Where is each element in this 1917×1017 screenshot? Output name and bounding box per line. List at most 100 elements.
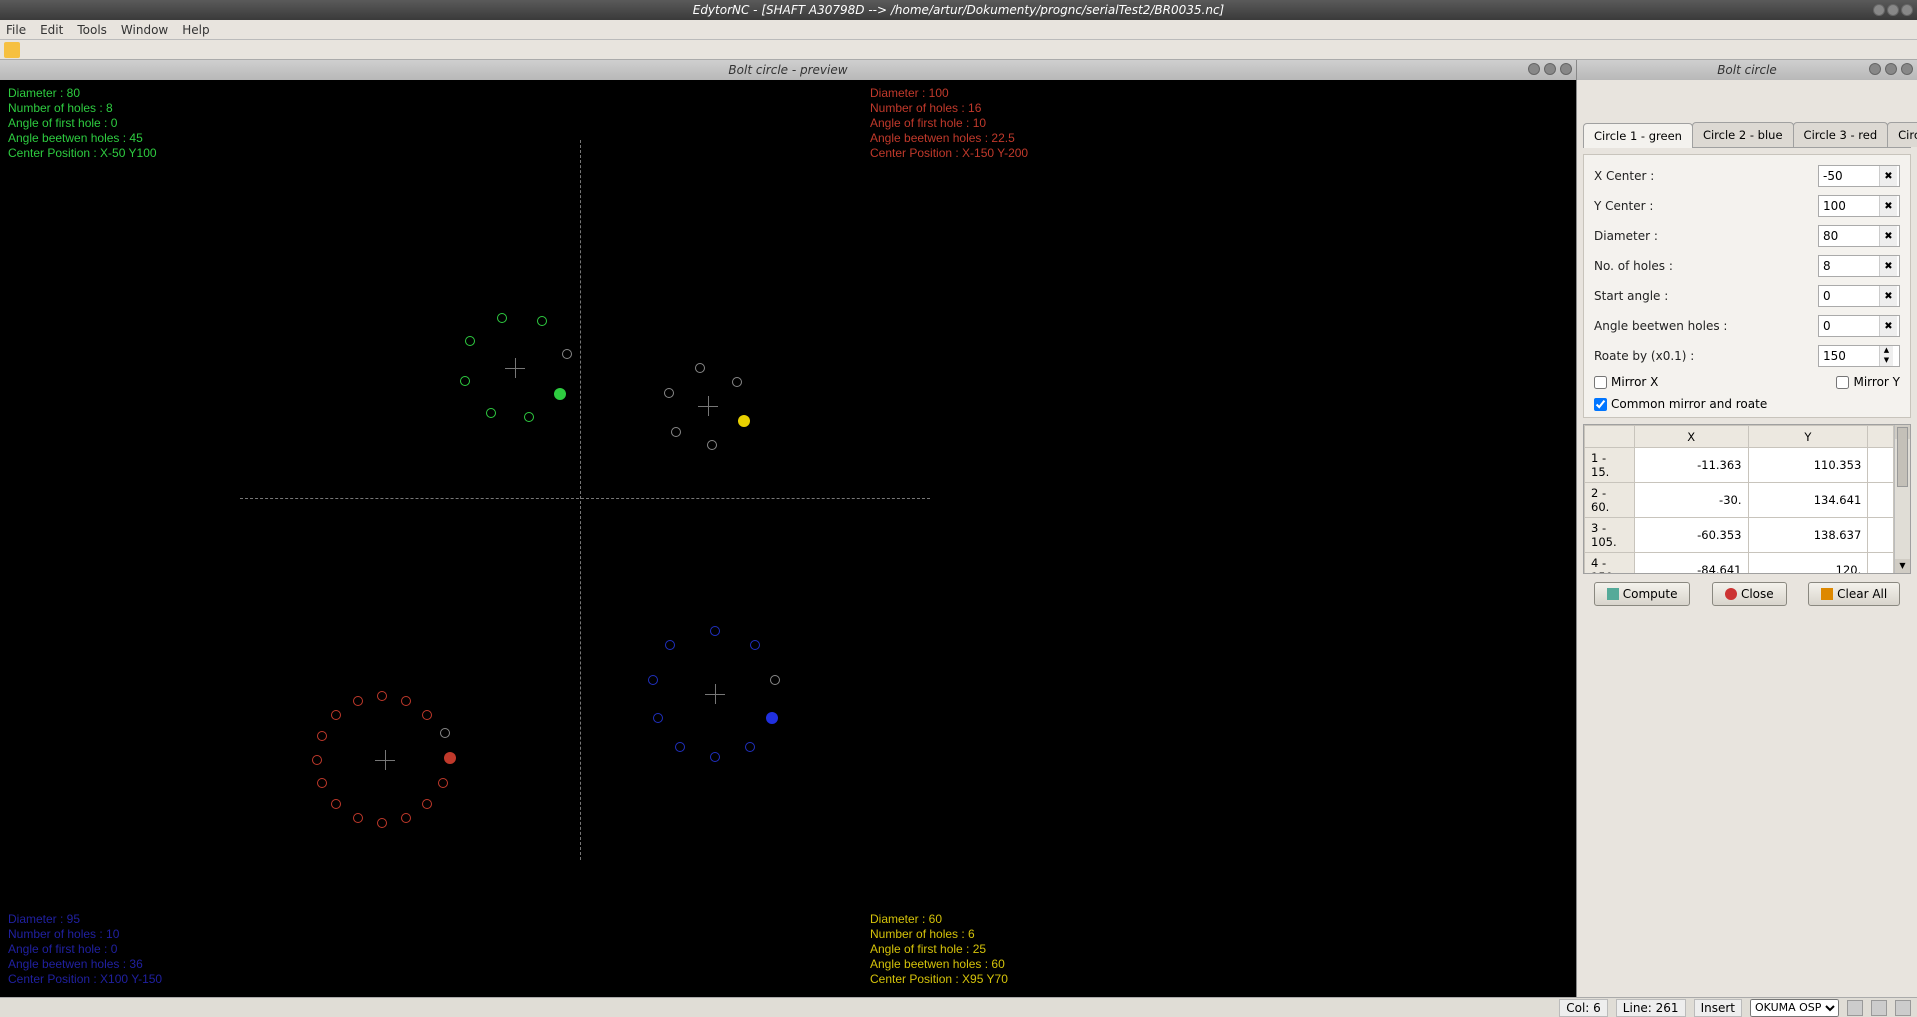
toolbar-icon[interactable] (4, 42, 20, 58)
preview-maximize-icon[interactable] (1544, 63, 1556, 75)
hole (665, 640, 675, 650)
info-green: Diameter : 80 Number of holes : 8 Angle … (8, 86, 157, 161)
tab-circle2[interactable]: Circle 2 - blue (1692, 122, 1794, 147)
menubar: File Edit Tools Window Help (0, 20, 1917, 40)
coord-table: X Y 1 - 15.-11.363110.3532 - 60.-30.134.… (1583, 424, 1911, 574)
diameter-input[interactable]: ✖ (1818, 225, 1900, 247)
menu-window[interactable]: Window (121, 23, 168, 37)
spinner-up-icon[interactable]: ▲ (1879, 346, 1893, 356)
compute-button[interactable]: Compute (1594, 582, 1691, 606)
minimize-icon[interactable] (1873, 4, 1885, 16)
menu-help[interactable]: Help (182, 23, 209, 37)
clear-icon[interactable]: ✖ (1879, 316, 1897, 336)
angle-between-input[interactable]: ✖ (1818, 315, 1900, 337)
hole-highlight-red (444, 752, 456, 764)
label-x-center: X Center : (1594, 169, 1654, 183)
preview-titlebar: Bolt circle - preview (0, 60, 1576, 80)
preview-pane: Bolt circle - preview Diameter : 80 Numb… (0, 60, 1577, 997)
statusbar: Col: 6 Line: 261 Insert OKUMA OSP (0, 997, 1917, 1017)
mirror-x-checkbox[interactable]: Mirror X (1594, 375, 1658, 389)
hole (707, 440, 717, 450)
hole-highlight-yellow (738, 415, 750, 427)
rotate-input[interactable]: ▲▼ (1818, 345, 1900, 367)
y-center-input[interactable]: ✖ (1818, 195, 1900, 217)
cell-y: 120. (1748, 553, 1868, 574)
col-head-blank (1585, 426, 1635, 448)
preview-minimize-icon[interactable] (1528, 63, 1540, 75)
hole (664, 388, 674, 398)
clear-icon[interactable]: ✖ (1879, 286, 1897, 306)
clear-icon[interactable]: ✖ (1879, 196, 1897, 216)
info-blue: Diameter : 95 Number of holes : 10 Angle… (8, 912, 162, 987)
hole (675, 742, 685, 752)
table-row[interactable]: 1 - 15.-11.363110.353 (1585, 448, 1894, 483)
x-center-input[interactable]: ✖ (1818, 165, 1900, 187)
preview-close-icon[interactable] (1560, 63, 1572, 75)
hole (562, 349, 572, 359)
menu-tools[interactable]: Tools (77, 23, 107, 37)
col-head-x: X (1635, 426, 1749, 448)
red-center (375, 750, 395, 770)
menu-edit[interactable]: Edit (40, 23, 63, 37)
table-row[interactable]: 4 - 150.-84.641120. (1585, 553, 1894, 574)
mirror-y-checkbox[interactable]: Mirror Y (1836, 375, 1900, 389)
side-close-icon[interactable] (1901, 63, 1913, 75)
button-row: Compute Close Clear All (1583, 580, 1911, 608)
hole (460, 376, 470, 386)
clear-icon[interactable]: ✖ (1879, 166, 1897, 186)
close-icon[interactable] (1901, 4, 1913, 16)
side-titlebar: Bolt circle (1577, 60, 1917, 80)
status-mode: Insert (1694, 999, 1742, 1017)
label-angle-between: Angle beetwen holes : (1594, 319, 1727, 333)
cell-spacer (1868, 553, 1894, 574)
row-head: 1 - 15. (1585, 448, 1635, 483)
scroll-thumb[interactable] (1897, 427, 1908, 487)
tab-circle4[interactable]: Circle (1887, 122, 1917, 147)
scroll-down-icon[interactable]: ▼ (1895, 559, 1910, 573)
row-head: 4 - 150. (1585, 553, 1635, 574)
preview-canvas[interactable]: Diameter : 80 Number of holes : 8 Angle … (0, 80, 1576, 997)
holes-input[interactable]: ✖ (1818, 255, 1900, 277)
hole (497, 313, 507, 323)
row-head: 3 - 105. (1585, 518, 1635, 553)
cell-x: -11.363 (1635, 448, 1749, 483)
hole (401, 813, 411, 823)
table-row[interactable]: 3 - 105.-60.353138.637 (1585, 518, 1894, 553)
common-mirror-checkbox[interactable]: Common mirror and roate (1594, 397, 1900, 411)
info-yellow: Diameter : 60 Number of holes : 6 Angle … (870, 912, 1008, 987)
hole (732, 377, 742, 387)
table-row[interactable]: 2 - 60.-30.134.641 (1585, 483, 1894, 518)
clear-all-button[interactable]: Clear All (1808, 582, 1900, 606)
hole (422, 710, 432, 720)
side-minimize-icon[interactable] (1869, 63, 1881, 75)
status-icon-2[interactable] (1871, 1000, 1887, 1016)
hole (353, 813, 363, 823)
tab-circle1[interactable]: Circle 1 - green (1583, 123, 1693, 148)
info-red: Diameter : 100 Number of holes : 16 Angl… (870, 86, 1028, 161)
main-window-controls (1873, 4, 1913, 16)
status-machine-select[interactable]: OKUMA OSP (1750, 999, 1839, 1017)
hole (486, 408, 496, 418)
label-diameter: Diameter : (1594, 229, 1658, 243)
status-icon-1[interactable] (1847, 1000, 1863, 1016)
hole (438, 778, 448, 788)
hole (465, 336, 475, 346)
side-maximize-icon[interactable] (1885, 63, 1897, 75)
clear-icon[interactable]: ✖ (1879, 256, 1897, 276)
hole (710, 626, 720, 636)
hole (750, 640, 760, 650)
start-angle-input[interactable]: ✖ (1818, 285, 1900, 307)
cell-spacer (1868, 483, 1894, 518)
spinner-down-icon[interactable]: ▼ (1879, 356, 1893, 366)
close-button[interactable]: Close (1712, 582, 1787, 606)
menu-file[interactable]: File (6, 23, 26, 37)
hole-highlight-green (554, 388, 566, 400)
clear-icon[interactable]: ✖ (1879, 226, 1897, 246)
app-title: EdytorNC - [SHAFT A30798D --> /home/artu… (693, 3, 1225, 17)
tab-circle3[interactable]: Circle 3 - red (1793, 122, 1889, 147)
axis-vertical (580, 140, 581, 860)
status-icon-3[interactable] (1895, 1000, 1911, 1016)
table-scrollbar[interactable]: ▲ ▼ (1894, 425, 1910, 573)
blue-center (705, 684, 725, 704)
maximize-icon[interactable] (1887, 4, 1899, 16)
